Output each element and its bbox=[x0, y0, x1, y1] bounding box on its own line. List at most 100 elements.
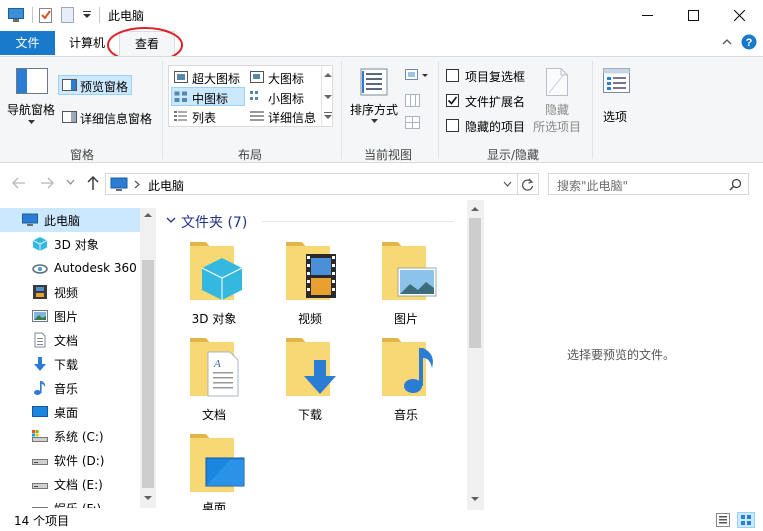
add-columns-button[interactable] bbox=[404, 93, 424, 109]
details-pane-label: 详细信息窗格 bbox=[80, 112, 153, 126]
large-icons-icon bbox=[250, 71, 264, 83]
pane-group-label: 窗格 bbox=[69, 148, 94, 162]
address-input[interactable]: 此电脑 bbox=[105, 173, 518, 195]
layout-option-label: 大图标 bbox=[268, 72, 305, 86]
folder-downloads[interactable]: 下载 bbox=[262, 334, 358, 430]
hidden-items-toggle[interactable]: 隐藏的项目 bbox=[444, 117, 536, 135]
pictures-icon bbox=[32, 310, 48, 322]
new-folder-icon[interactable] bbox=[61, 7, 75, 23]
file-extensions-toggle[interactable]: 文件扩展名 bbox=[444, 92, 536, 110]
scroll-up-icon[interactable] bbox=[471, 206, 479, 212]
file-extensions-checkbox[interactable] bbox=[446, 94, 459, 107]
details-view-toggle[interactable] bbox=[716, 513, 730, 527]
nav-item-drive-c[interactable]: 系统 (C:) bbox=[0, 424, 140, 448]
search-icon[interactable] bbox=[729, 178, 742, 191]
layout-large-icons[interactable]: 大图标 bbox=[247, 68, 321, 86]
nav-item-label: 下载 bbox=[54, 357, 79, 372]
help-icon[interactable]: ? bbox=[741, 34, 757, 50]
nav-item-pictures[interactable]: 图片 bbox=[0, 304, 140, 328]
folders-section-header[interactable]: 文件夹 (7) bbox=[166, 212, 456, 231]
small-icons-icon bbox=[250, 91, 258, 100]
breadcrumb-this-pc[interactable]: 此电脑 bbox=[148, 177, 184, 194]
hide-selected-label-line2: 所选项目 bbox=[533, 120, 582, 134]
scroll-down-icon[interactable] bbox=[144, 495, 152, 501]
content-scroll-thumb[interactable] bbox=[469, 218, 481, 348]
layout-gallery-scroll[interactable] bbox=[321, 66, 333, 126]
hidden-items-checkbox[interactable] bbox=[446, 119, 459, 132]
hide-selected-button[interactable]: 隐藏 所选项目 bbox=[530, 63, 586, 139]
nav-pane-icon bbox=[16, 68, 48, 94]
minimize-button[interactable] bbox=[624, 0, 670, 31]
folder-documents[interactable]: A 文档 bbox=[166, 334, 262, 430]
hide-selected-label-line1: 隐藏 bbox=[545, 103, 570, 117]
nav-scrollbar[interactable] bbox=[140, 208, 156, 508]
nav-item-label: 音乐 bbox=[54, 381, 79, 396]
layout-medium-icons[interactable]: 中图标 bbox=[171, 87, 245, 106]
item-checkboxes-toggle[interactable]: 项目复选框 bbox=[444, 67, 536, 85]
group-by-button[interactable] bbox=[404, 67, 430, 85]
scroll-up-icon[interactable] bbox=[144, 212, 152, 218]
recent-locations-button[interactable] bbox=[66, 178, 75, 186]
details-pane-button[interactable]: 详细信息窗格 bbox=[58, 107, 156, 127]
size-columns-button[interactable] bbox=[404, 115, 424, 131]
computer-icon bbox=[22, 213, 38, 226]
address-dropdown-icon[interactable] bbox=[503, 181, 512, 188]
search-input[interactable]: 搜索"此电脑" bbox=[548, 173, 749, 195]
breadcrumb-chevron-icon[interactable] bbox=[134, 180, 140, 189]
download-folder-icon bbox=[286, 338, 336, 396]
nav-item-autodesk-360[interactable]: Autodesk 360 bbox=[0, 256, 140, 280]
layout-details[interactable]: 详细信息 bbox=[247, 107, 321, 125]
nav-item-desktop[interactable]: 桌面 bbox=[0, 400, 140, 424]
layout-list[interactable]: 列表 bbox=[171, 107, 245, 125]
nav-item-downloads[interactable]: 下载 bbox=[0, 352, 140, 376]
refresh-icon bbox=[521, 178, 534, 191]
collapse-ribbon-icon[interactable] bbox=[721, 36, 733, 48]
file-extensions-label: 文件扩展名 bbox=[465, 95, 526, 109]
hidden-items-label: 隐藏的项目 bbox=[465, 120, 526, 134]
nav-pane-button[interactable]: 导航窗格 bbox=[6, 65, 58, 135]
folder-desktop[interactable]: 桌面 bbox=[166, 430, 262, 510]
close-button[interactable] bbox=[716, 0, 762, 31]
layout-small-icons[interactable]: 小图标 bbox=[247, 87, 321, 106]
nav-item-drive-f[interactable]: 娱乐 (F:) bbox=[0, 496, 140, 508]
group-separator bbox=[341, 61, 342, 159]
forward-button[interactable] bbox=[40, 176, 54, 190]
sort-by-button[interactable]: 排序方式 bbox=[346, 65, 402, 133]
scroll-down-icon[interactable] bbox=[471, 496, 479, 502]
layout-option-label: 超大图标 bbox=[192, 72, 241, 86]
nav-item-videos[interactable]: 视频 bbox=[0, 280, 140, 304]
refresh-button[interactable] bbox=[517, 173, 539, 195]
size-columns-icon bbox=[405, 116, 420, 129]
tab-file[interactable]: 文件 bbox=[0, 31, 55, 55]
nav-scroll-thumb[interactable] bbox=[142, 260, 154, 488]
show-hide-group-label: 显示/隐藏 bbox=[486, 148, 540, 162]
back-button[interactable] bbox=[12, 176, 26, 190]
nav-item-label: 3D 对象 bbox=[54, 237, 99, 252]
nav-item-this-pc[interactable]: 此电脑 bbox=[0, 208, 140, 232]
customize-toolbar-chevron-icon[interactable] bbox=[83, 9, 91, 21]
preview-pane-label: 预览窗格 bbox=[80, 80, 129, 94]
item-checkboxes-checkbox[interactable] bbox=[446, 69, 459, 82]
nav-item-drive-e[interactable]: 文档 (E:) bbox=[0, 472, 140, 496]
chevron-down-icon bbox=[166, 217, 176, 223]
item-count: 14 个项目 bbox=[14, 514, 70, 528]
desktop-folder-icon bbox=[190, 434, 245, 492]
autodesk-icon bbox=[32, 264, 48, 274]
address-bar-row: 此电脑 搜索"此电脑" bbox=[0, 164, 763, 200]
large-icons-view-toggle[interactable] bbox=[737, 512, 755, 528]
preview-pane-button[interactable]: 预览窗格 bbox=[58, 75, 132, 95]
nav-item-drive-d[interactable]: 软件 (D:) bbox=[0, 448, 140, 472]
3d-objects-icon bbox=[32, 237, 48, 251]
content-scrollbar[interactable] bbox=[467, 200, 484, 510]
up-button[interactable] bbox=[86, 175, 100, 191]
quick-access-toolbar: 此电脑 bbox=[8, 5, 144, 25]
layout-extra-large-icons[interactable]: 超大图标 bbox=[171, 68, 247, 86]
nav-item-music[interactable]: 音乐 bbox=[0, 376, 140, 400]
nav-item-3d-objects[interactable]: 3D 对象 bbox=[0, 232, 140, 256]
folder-music[interactable]: 音乐 bbox=[358, 334, 454, 430]
options-button[interactable]: 选项 bbox=[598, 65, 636, 127]
properties-icon[interactable] bbox=[39, 7, 53, 23]
nav-item-documents[interactable]: 文档 bbox=[0, 328, 140, 352]
maximize-button[interactable] bbox=[670, 0, 716, 31]
current-view-group-label: 当前视图 bbox=[363, 148, 412, 162]
